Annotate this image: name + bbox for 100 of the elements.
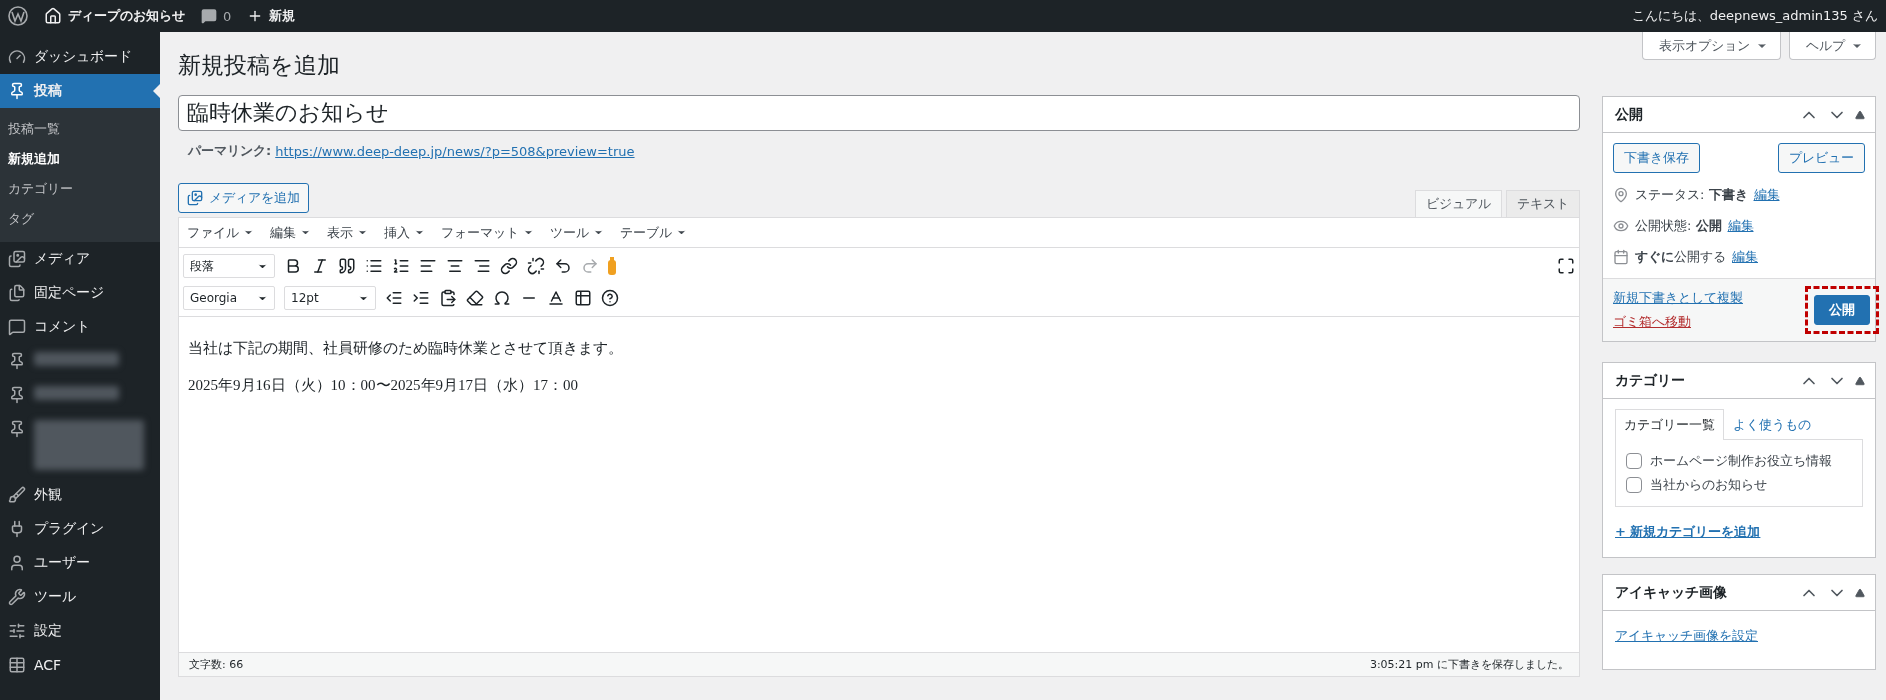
page-title: 新規投稿を追加 (178, 51, 341, 80)
edit-link[interactable]: 編集 (1753, 186, 1780, 204)
box-title: アイキャッチ画像 (1615, 583, 1727, 602)
permalink-label: パーマリンク: (188, 142, 272, 160)
menu-button[interactable]: 表示 (327, 223, 368, 242)
quote-icon[interactable] (338, 257, 356, 275)
box-title: 公開 (1615, 105, 1643, 124)
save-draft-button[interactable]: 下書き保存 (1613, 143, 1700, 173)
unlink-icon[interactable] (527, 257, 545, 275)
duplicate-link[interactable]: 新規下書きとして複製 (1613, 289, 1743, 307)
edit-link[interactable]: 編集 (1727, 217, 1754, 235)
box-title: カテゴリー (1615, 371, 1685, 390)
marker-icon[interactable] (608, 257, 616, 275)
menu-button[interactable]: 編集 (270, 223, 311, 242)
media-icon (187, 190, 203, 206)
link-icon[interactable] (500, 257, 518, 275)
collapse-icon[interactable] (1855, 375, 1865, 386)
greeting-link[interactable]: こんにちは、deepnews_admin135 さん (1631, 7, 1878, 25)
collapse-icon[interactable] (1855, 587, 1865, 598)
indent-icon[interactable] (412, 289, 430, 307)
gauge-icon (8, 48, 26, 66)
user-icon (8, 554, 26, 572)
publish-button[interactable]: 公開 (1814, 295, 1870, 325)
collapse-icon[interactable] (1855, 109, 1865, 120)
sidebar-item[interactable]: 外観 (0, 478, 160, 512)
category-tab[interactable]: カテゴリー一覧 (1615, 409, 1724, 440)
add-media-button[interactable]: メディアを追加 (178, 183, 309, 213)
outdent-icon[interactable] (385, 289, 403, 307)
format-select[interactable]: 段落 (183, 254, 275, 278)
sidebar-item[interactable]: 設定 (0, 614, 160, 648)
omega-icon[interactable] (493, 289, 511, 307)
align-right-icon[interactable] (473, 257, 491, 275)
paste-icon[interactable] (439, 289, 457, 307)
sidebar-item[interactable]: コメント (0, 310, 160, 344)
editor-tab[interactable]: ビジュアル (1415, 190, 1502, 217)
menu-button[interactable]: 挿入 (384, 223, 425, 242)
bullet-list-icon[interactable] (365, 257, 383, 275)
numbered-list-icon[interactable] (392, 257, 410, 275)
home-icon (44, 7, 62, 25)
checkbox[interactable] (1626, 477, 1642, 493)
eye-icon (1613, 218, 1629, 234)
menu-button[interactable]: ツール (550, 223, 604, 242)
calendar-icon (1613, 249, 1629, 265)
site-name-link[interactable]: ディープのお知らせ (44, 7, 185, 25)
sidebar-item[interactable]: プラグイン (0, 512, 160, 546)
align-left-icon[interactable] (419, 257, 437, 275)
menu-button[interactable]: フォーマット (441, 223, 534, 242)
sidebar-item[interactable]: ツール (0, 580, 160, 614)
category-label: 当社からのお知らせ (1650, 476, 1767, 494)
editor-tab[interactable]: テキスト (1506, 190, 1580, 217)
italic-icon[interactable] (311, 257, 329, 275)
submenu-item[interactable]: カテゴリー (0, 174, 160, 204)
eraser-icon[interactable] (466, 289, 484, 307)
size-select[interactable]: 12pt (284, 286, 376, 310)
screen-tab-button[interactable]: ヘルプ (1789, 32, 1876, 60)
comments-link[interactable]: 0 (201, 8, 232, 24)
images-icon (8, 250, 26, 268)
sidebar-item[interactable]: ACF (0, 648, 160, 682)
title-field[interactable]: 臨時休業のお知らせ (178, 95, 1580, 131)
submenu-item[interactable]: タグ (0, 204, 160, 234)
pin-icon (1613, 187, 1629, 203)
undo-icon[interactable] (554, 257, 572, 275)
text-color-icon[interactable] (547, 289, 565, 307)
publish-setting: 公開状態: 公開 (1635, 217, 1722, 235)
sidebar-item[interactable]: 投稿 (0, 74, 160, 108)
category-label: ホームページ制作お役立ち情報 (1650, 452, 1832, 470)
menu-button[interactable]: ファイル (187, 223, 254, 242)
sidebar-item[interactable]: メディア (0, 242, 160, 276)
trash-link[interactable]: ゴミ箱へ移動 (1613, 313, 1743, 331)
set-featured-image-link[interactable]: アイキャッチ画像を設定 (1615, 628, 1758, 643)
sidebar-item[interactable]: 固定ページ (0, 276, 160, 310)
font-select[interactable]: Georgia (183, 286, 275, 310)
align-center-icon[interactable] (446, 257, 464, 275)
sidebar-item[interactable]: ダッシュボード (0, 40, 160, 74)
table-icon (8, 656, 26, 674)
fullscreen-icon[interactable] (1557, 257, 1575, 275)
pin-icon (8, 386, 26, 404)
pin-icon (8, 420, 26, 438)
preview-button[interactable]: プレビュー (1778, 143, 1865, 173)
menu-button[interactable]: テーブル (620, 223, 687, 242)
help-icon[interactable] (601, 289, 619, 307)
submenu-item[interactable]: 新規追加 (0, 144, 160, 174)
permalink-link[interactable]: https://www.deep-deep.jp/news/?p=508&preview=true (275, 143, 635, 159)
word-count: 文字数: 66 (189, 657, 244, 672)
edit-link[interactable]: 編集 (1732, 248, 1758, 266)
add-category-link[interactable]: + 新規カテゴリーを追加 (1615, 524, 1761, 539)
new-link[interactable]: 新規 (247, 7, 296, 25)
category-tab[interactable]: よく使うもの (1724, 409, 1820, 440)
checkbox[interactable] (1626, 453, 1642, 469)
speech-bubble-icon (201, 8, 217, 24)
screen-tab-button[interactable]: 表示オプション (1642, 32, 1781, 60)
sliders-icon (8, 622, 26, 640)
speech-bubble-icon (8, 318, 26, 336)
pin-icon (8, 82, 26, 100)
submenu-item[interactable]: 投稿一覧 (0, 114, 160, 144)
publish-setting: ステータス: 下書き (1635, 186, 1748, 204)
logo-icon[interactable] (8, 6, 28, 26)
publish-setting: すぐに公開する (1635, 248, 1726, 266)
table-icon[interactable] (574, 289, 592, 307)
sidebar-item[interactable]: ユーザー (0, 546, 160, 580)
